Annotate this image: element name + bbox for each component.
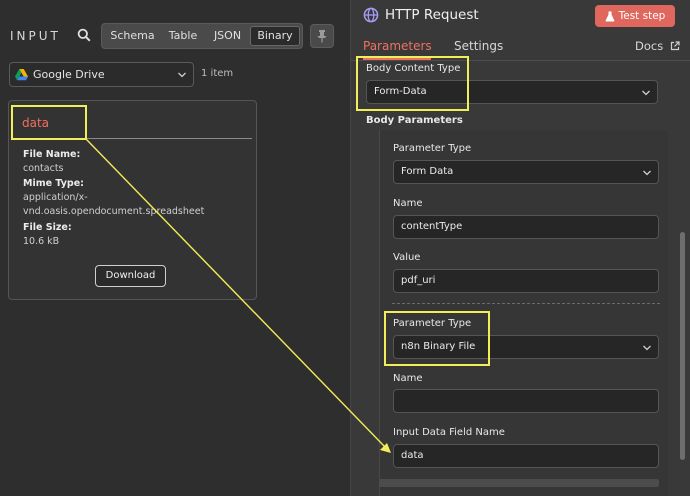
highlight-box-body-content-type <box>356 56 469 111</box>
mime-type-label: Mime Type: <box>23 178 84 189</box>
parameter-divider <box>392 303 660 304</box>
input-source-select[interactable]: Google Drive <box>9 62 194 87</box>
flask-icon <box>605 11 615 21</box>
input-panel-title: INPUT <box>10 29 61 43</box>
input-data-field-name-input[interactable]: data <box>393 444 659 468</box>
google-drive-icon <box>15 68 28 80</box>
parameter-name-label: Name <box>393 198 423 209</box>
docs-link-label: Docs <box>635 39 664 53</box>
parameter-type-select[interactable]: Form Data <box>393 160 659 184</box>
highlight-box-data-property <box>11 105 87 140</box>
input-data-field-name-label: Input Data Field Name <box>393 427 505 438</box>
file-name-value: contacts <box>23 163 64 174</box>
body-parameters-label: Body Parameters <box>366 115 463 126</box>
view-mode-schema[interactable]: Schema <box>104 26 161 46</box>
file-size-label: File Size: <box>23 222 72 233</box>
test-step-label: Test step <box>618 10 666 22</box>
parameter-type-value: Form Data <box>401 166 454 177</box>
parameter-type-label: Parameter Type <box>393 143 472 154</box>
highlight-box-parameter-type <box>384 311 490 366</box>
docs-link[interactable]: Docs <box>635 39 680 53</box>
chevron-down-icon <box>178 72 186 78</box>
parameter-value-label: Value <box>393 252 421 263</box>
view-mode-binary[interactable]: Binary <box>250 26 300 46</box>
item-count: 1 item <box>201 68 234 79</box>
add-parameter-bar[interactable] <box>379 479 659 487</box>
input-source-label: Google Drive <box>33 68 105 81</box>
test-step-button[interactable]: Test step <box>595 5 675 27</box>
view-mode-json[interactable]: JSON <box>205 26 250 46</box>
parameter-name-input[interactable]: contentType <box>393 215 659 239</box>
globe-icon <box>363 7 379 23</box>
parameter-name-input[interactable] <box>393 389 659 413</box>
parameter-name-label: Name <box>393 373 423 384</box>
chevron-down-icon <box>642 90 650 96</box>
chevron-down-icon <box>643 170 651 176</box>
node-title: HTTP Request <box>385 7 479 23</box>
search-icon[interactable] <box>77 28 91 42</box>
tab-parameters[interactable]: Parameters <box>363 39 432 53</box>
scrollbar[interactable] <box>680 232 685 460</box>
external-link-icon <box>670 41 680 51</box>
file-size-value: 10.6 kB <box>23 236 60 247</box>
download-button[interactable]: Download <box>95 265 166 287</box>
input-panel: INPUT Schema Table JSON Binary Google Dr… <box>0 0 350 496</box>
mime-type-value-line1: application/x- <box>23 192 88 203</box>
chevron-down-icon <box>643 345 651 351</box>
mime-type-value-line2: vnd.oasis.opendocument.spreadsheet <box>23 206 205 217</box>
parameter-value-input[interactable]: pdf_uri <box>393 269 659 293</box>
tab-settings[interactable]: Settings <box>454 39 503 53</box>
view-mode-switch: Schema Table JSON Binary <box>101 23 303 49</box>
pin-data-button[interactable] <box>310 24 334 48</box>
view-mode-table[interactable]: Table <box>161 26 205 46</box>
file-name-label: File Name: <box>23 149 81 160</box>
pin-icon <box>317 30 327 43</box>
node-panel: HTTP Request Test step Parameters Settin… <box>350 0 690 496</box>
